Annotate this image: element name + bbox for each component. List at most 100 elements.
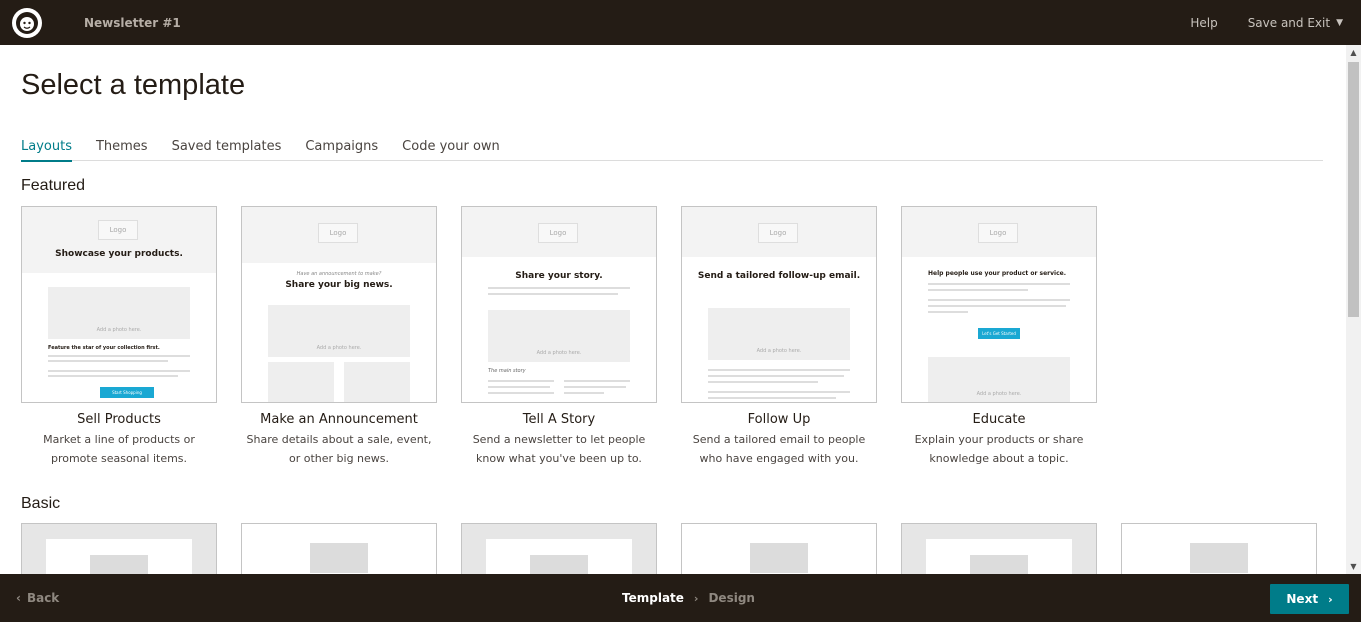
chevron-right-icon: › [693, 591, 699, 605]
template-thumbnail[interactable]: Logo Send a tailored follow-up email. Ad… [681, 206, 877, 403]
tab-layouts[interactable]: Layouts [21, 139, 72, 162]
thumb-text-line [928, 283, 1070, 285]
template-card-tell-a-story[interactable]: Logo Share your story. Add a photo here.… [461, 206, 657, 468]
chevron-right-icon: › [1328, 592, 1333, 606]
thumb-text-line [708, 375, 844, 377]
thumb-heading: Showcase your products. [55, 249, 183, 259]
thumb-text-line [708, 391, 850, 393]
thumb-photo-placeholder: Add a photo here. [48, 287, 190, 339]
chevron-left-icon: ‹ [16, 591, 21, 605]
template-card-basic[interactable] [901, 523, 1097, 574]
template-thumbnail[interactable] [1121, 523, 1317, 574]
scroll-down-icon[interactable]: ▼ [1346, 559, 1361, 574]
template-name: Make an Announcement [260, 412, 418, 427]
template-thumbnail[interactable] [681, 523, 877, 574]
thumb-logo: Logo [978, 223, 1018, 243]
thumb-text-line [928, 289, 1028, 291]
thumb-button: Let's Get Started [978, 328, 1020, 339]
help-link[interactable]: Help [1190, 16, 1217, 30]
template-name: Sell Products [77, 412, 161, 427]
tab-code-your-own[interactable]: Code your own [402, 139, 500, 161]
template-description: Send a newsletter to let people know wha… [472, 433, 646, 465]
template-tabs: Layouts Themes Saved templates Campaigns… [21, 139, 1323, 162]
save-and-exit-button[interactable]: Save and Exit ▼ [1248, 16, 1343, 30]
thumb-text-line [48, 370, 190, 372]
thumb-text-line [708, 397, 836, 399]
thumb-photo-label: Add a photo here. [536, 350, 582, 356]
vertical-scrollbar[interactable]: ▲ ▼ [1346, 45, 1361, 574]
thumb-text-line [488, 392, 554, 394]
main-content: Select a template Layouts Themes Saved t… [0, 45, 1361, 574]
basic-section-title: Basic [21, 495, 61, 512]
thumb-header [22, 207, 216, 273]
thumb-heading: Send a tailored follow-up email. [697, 271, 861, 281]
step-design: Design [708, 591, 755, 605]
thumb-text-line [488, 293, 618, 295]
thumb-button: Start Shopping [100, 387, 154, 398]
footer-bar: ‹ Back Template › Design Next › [0, 574, 1361, 622]
template-card-make-an-announcement[interactable]: Logo Have an announcement to make? Share… [241, 206, 437, 468]
template-card-follow-up[interactable]: Logo Send a tailored follow-up email. Ad… [681, 206, 877, 468]
template-thumbnail[interactable]: Logo Help people use your product or ser… [901, 206, 1097, 403]
tab-saved-templates[interactable]: Saved templates [172, 139, 282, 161]
thumb-heading: Share your big news. [285, 280, 393, 290]
thumb-photo-label: Add a photo here. [96, 327, 142, 333]
thumb-block [310, 543, 368, 573]
thumb-text-line [708, 381, 818, 383]
save-and-exit-label: Save and Exit [1247, 15, 1331, 30]
thumb-text-line [488, 386, 550, 388]
tab-themes[interactable]: Themes [96, 139, 148, 161]
template-thumbnail[interactable] [461, 523, 657, 574]
template-thumbnail[interactable]: Logo Showcase your products. Add a photo… [21, 206, 217, 403]
next-label: Next [1286, 592, 1319, 606]
thumb-photo-label: Add a photo here. [976, 391, 1022, 397]
step-breadcrumb: Template › Design [622, 591, 755, 605]
thumb-block [530, 555, 588, 574]
template-card-basic[interactable] [1121, 523, 1317, 574]
top-bar: Newsletter #1 Help Save and Exit ▼ [0, 0, 1361, 45]
thumb-logo: Logo [318, 223, 358, 243]
thumb-text-line [564, 392, 604, 394]
tab-campaigns[interactable]: Campaigns [305, 139, 378, 161]
template-card-educate[interactable]: Logo Help people use your product or ser… [901, 206, 1097, 468]
thumb-text-line [708, 369, 850, 371]
thumb-heading: Share your story. [515, 271, 603, 281]
template-thumbnail[interactable] [901, 523, 1097, 574]
thumb-subheading: Feature the star of your collection firs… [48, 345, 160, 351]
thumb-photo-placeholder-small [344, 362, 410, 402]
thumb-logo: Logo [758, 223, 798, 243]
thumb-text-line [564, 386, 626, 388]
scroll-up-icon[interactable]: ▲ [1346, 45, 1361, 60]
next-button[interactable]: Next › [1270, 584, 1349, 614]
template-card-basic[interactable] [21, 523, 217, 574]
template-card-basic[interactable] [461, 523, 657, 574]
thumb-photo-placeholder: Add a photo here. [488, 310, 630, 362]
template-description: Send a tailored email to people who have… [692, 433, 866, 465]
thumb-block [1190, 543, 1248, 573]
scrollbar-thumb[interactable] [1348, 62, 1359, 317]
template-thumbnail[interactable] [21, 523, 217, 574]
featured-templates: Logo Showcase your products. Add a photo… [21, 206, 1121, 468]
freddie-monkey-icon[interactable] [12, 7, 42, 38]
thumb-block [750, 543, 808, 573]
template-thumbnail[interactable]: Logo Share your story. Add a photo here.… [461, 206, 657, 403]
thumb-heading: Help people use your product or service. [928, 270, 1066, 277]
template-card-basic[interactable] [681, 523, 877, 574]
template-thumbnail[interactable] [241, 523, 437, 574]
template-thumbnail[interactable]: Logo Have an announcement to make? Share… [241, 206, 437, 403]
thumb-photo-label: Add a photo here. [316, 345, 362, 351]
template-card-basic[interactable] [241, 523, 437, 574]
featured-section-title: Featured [21, 177, 86, 194]
topbar-actions: Help Save and Exit ▼ [1160, 16, 1343, 30]
template-card-sell-products[interactable]: Logo Showcase your products. Add a photo… [21, 206, 217, 468]
template-description: Share details about a sale, event, or ot… [246, 433, 432, 465]
thumb-text-line [928, 305, 1066, 307]
thumb-block [90, 555, 148, 574]
template-name: Follow Up [747, 412, 811, 427]
template-description: Explain your products or share knowledge… [914, 433, 1084, 465]
back-button[interactable]: ‹ Back [16, 591, 59, 605]
basic-templates [21, 523, 1317, 574]
thumb-block [970, 555, 1028, 574]
thumb-text-line [48, 375, 178, 377]
back-label: Back [26, 591, 60, 605]
